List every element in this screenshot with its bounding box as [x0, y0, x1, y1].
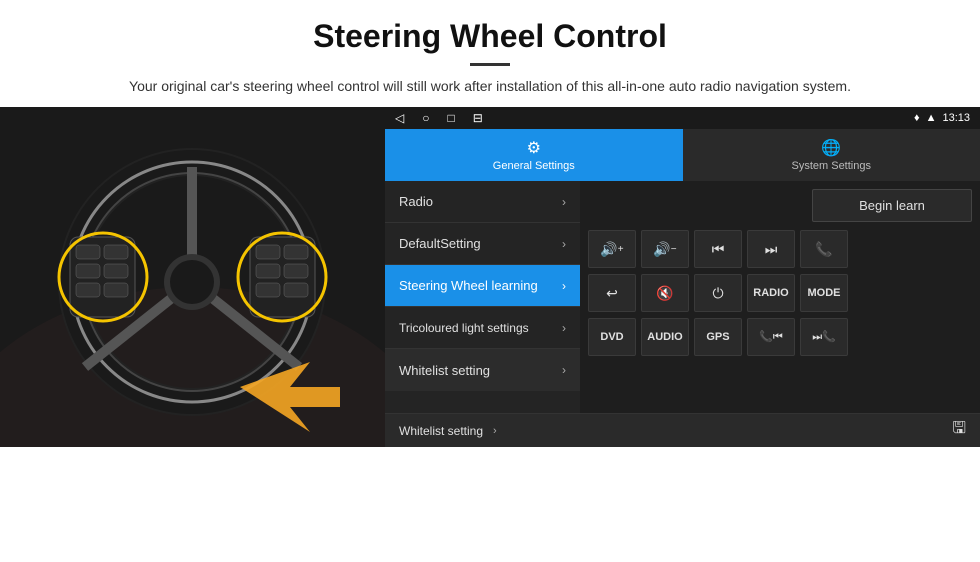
mute-btn[interactable]: 🔇	[641, 274, 689, 312]
status-right: ♦ ▲ 13:13	[914, 112, 970, 124]
gps-icon: ♦	[914, 112, 920, 124]
tab-general[interactable]: ⚙ General Settings	[385, 129, 683, 181]
subtitle: Your original car's steering wheel contr…	[40, 76, 940, 97]
vol-up-btn[interactable]: 🔊+	[588, 230, 636, 268]
tab-system[interactable]: 🌐 System Settings	[683, 129, 980, 181]
mode-btn[interactable]: MODE	[800, 274, 848, 312]
title-divider	[470, 63, 510, 66]
phone-prev-btn[interactable]: 📞⏮	[747, 318, 795, 356]
globe-icon: 🌐	[821, 138, 841, 158]
menu-item-tricoloured[interactable]: Tricoloured light settings ›	[385, 307, 580, 349]
android-panel: ◁ ○ □ ⊟ ♦ ▲ 13:13 ⚙ General Settings	[385, 107, 980, 447]
prev-track-btn[interactable]: ⏮	[694, 230, 742, 268]
menu-tricoloured-label: Tricoloured light settings	[399, 321, 529, 335]
vol-down-btn[interactable]: 🔊−	[641, 230, 689, 268]
tab-bar: ⚙ General Settings 🌐 System Settings	[385, 129, 980, 181]
panel-body: Radio › DefaultSetting › Steering Wheel …	[385, 181, 980, 413]
dvd-btn[interactable]: DVD	[588, 318, 636, 356]
phone-next-btn[interactable]: ⏭📞	[800, 318, 848, 356]
chevron-whitelist: ›	[562, 363, 566, 377]
menu-item-steering[interactable]: Steering Wheel learning ›	[385, 265, 580, 307]
audio-btn[interactable]: AUDIO	[641, 318, 689, 356]
phone-btn[interactable]: 📞	[800, 230, 848, 268]
menu-item-whitelist[interactable]: Whitelist setting ›	[385, 349, 580, 391]
hang-up-btn[interactable]: ↩	[588, 274, 636, 312]
control-row-1: 🔊+ 🔊− ⏮ ⏭ 📞	[588, 230, 972, 268]
whitelist-chevron: ›	[493, 425, 497, 437]
menu-item-radio[interactable]: Radio ›	[385, 181, 580, 223]
right-panel: Begin learn 🔊+ 🔊− ⏮ ⏭ 📞 ↩ 🔇 ⏻	[580, 181, 980, 413]
header-section: Steering Wheel Control Your original car…	[0, 0, 980, 107]
chevron-steering: ›	[562, 279, 566, 293]
tab-system-label: System Settings	[792, 160, 871, 172]
menu-icon[interactable]: ⊟	[473, 111, 483, 125]
signal-icon: ▲	[926, 112, 937, 124]
page-wrapper: Steering Wheel Control Your original car…	[0, 0, 980, 562]
menu-radio-label: Radio	[399, 194, 433, 209]
back-icon[interactable]: ◁	[395, 111, 404, 125]
menu-item-default[interactable]: DefaultSetting ›	[385, 223, 580, 265]
chevron-tricoloured: ›	[562, 321, 566, 335]
whitelist-row[interactable]: Whitelist setting › 🖫	[385, 413, 980, 447]
begin-learn-row: Begin learn	[588, 189, 972, 222]
menu-default-label: DefaultSetting	[399, 236, 481, 251]
chevron-radio: ›	[562, 195, 566, 209]
home-icon[interactable]: ○	[422, 111, 429, 125]
recent-icon[interactable]: □	[447, 111, 454, 125]
status-bar: ◁ ○ □ ⊟ ♦ ▲ 13:13	[385, 107, 980, 129]
power-btn[interactable]: ⏻	[694, 274, 742, 312]
whitelist-label: Whitelist setting	[399, 424, 483, 438]
next-track-btn[interactable]: ⏭	[747, 230, 795, 268]
control-row-2: ↩ 🔇 ⏻ RADIO MODE	[588, 274, 972, 312]
gear-icon: ⚙	[527, 138, 541, 158]
menu-list: Radio › DefaultSetting › Steering Wheel …	[385, 181, 580, 413]
steering-image-area	[0, 107, 385, 447]
tab-general-label: General Settings	[493, 160, 575, 172]
menu-steering-label: Steering Wheel learning	[399, 278, 538, 293]
whitelist-icon: 🖫	[952, 417, 966, 444]
content-area: ◁ ○ □ ⊟ ♦ ▲ 13:13 ⚙ General Settings	[0, 107, 980, 562]
control-row-3: DVD AUDIO GPS 📞⏮ ⏭📞	[588, 318, 972, 356]
begin-learn-button[interactable]: Begin learn	[812, 189, 972, 222]
time-display: 13:13	[942, 112, 970, 124]
steering-wheel-svg	[0, 107, 385, 447]
radio-btn[interactable]: RADIO	[747, 274, 795, 312]
menu-whitelist-label: Whitelist setting	[399, 363, 490, 378]
nav-bar: ◁ ○ □ ⊟	[395, 111, 483, 125]
page-title: Steering Wheel Control	[40, 18, 940, 55]
chevron-default: ›	[562, 237, 566, 251]
gps-btn[interactable]: GPS	[694, 318, 742, 356]
